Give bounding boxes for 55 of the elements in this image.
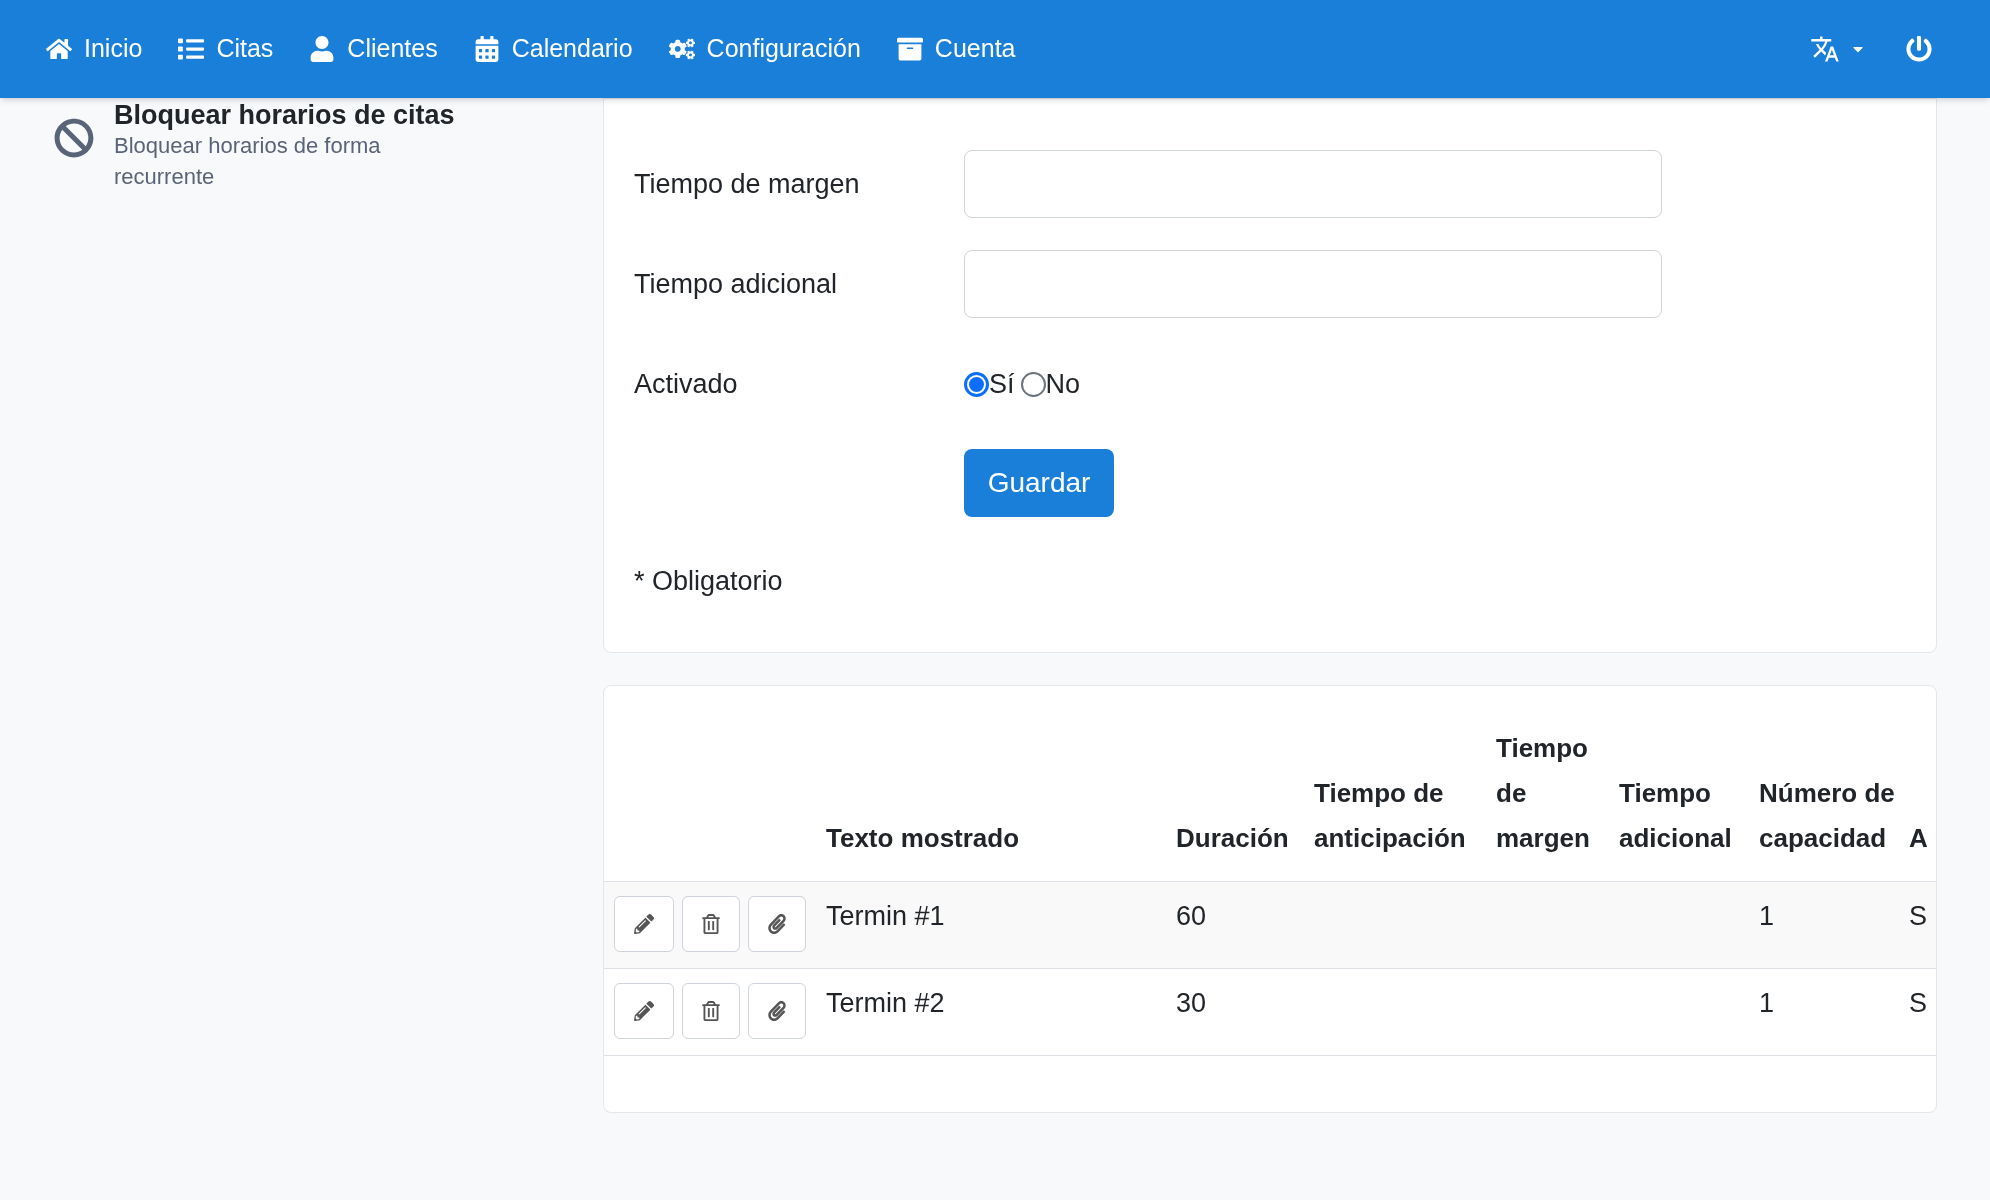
column-header: Texto mostrado xyxy=(826,821,1021,855)
column-header: Número de capacidad xyxy=(1759,776,1896,855)
nav-link[interactable]: Cuenta xyxy=(896,30,1016,68)
radio-option[interactable]: No xyxy=(1020,363,1081,405)
table-cell: S xyxy=(1909,900,1927,931)
delete-button[interactable] xyxy=(682,895,740,952)
pencil-icon xyxy=(634,1000,654,1021)
save-button[interactable]: Guardar xyxy=(964,449,1114,517)
radio-option[interactable]: Sí xyxy=(964,363,1015,405)
column-header: A xyxy=(1909,821,1929,855)
paperclip-icon xyxy=(767,1000,787,1021)
table-cell: 1 xyxy=(1759,987,1775,1018)
nav-link[interactable]: Inicio xyxy=(46,30,143,68)
sidebar-description: Bloquear horarios de forma recurrente xyxy=(114,132,382,191)
user-icon xyxy=(309,36,336,62)
field-label: Tiempo de margen xyxy=(634,167,861,201)
nav-link[interactable]: Calendario xyxy=(473,30,633,68)
table-cell: 1 xyxy=(1759,900,1775,931)
table-cell: 30 xyxy=(1176,987,1207,1018)
nav-link[interactable]: Configuración xyxy=(668,30,861,68)
radio-button[interactable] xyxy=(1020,371,1046,397)
text-input[interactable] xyxy=(964,250,1662,318)
edit-button[interactable] xyxy=(614,982,674,1039)
text-input[interactable] xyxy=(964,150,1662,218)
edit-button[interactable] xyxy=(614,895,674,952)
attach-button[interactable] xyxy=(748,982,806,1039)
trash-icon xyxy=(701,913,721,934)
column-header: Tiempo adicional xyxy=(1619,776,1733,855)
column-header: Tiempo de anticipación xyxy=(1314,776,1467,855)
paperclip-icon xyxy=(767,913,787,934)
sidebar-title[interactable]: Bloquear horarios de citas xyxy=(114,100,504,130)
archive-icon xyxy=(896,36,923,62)
field-label: Tiempo adicional xyxy=(634,267,839,301)
power-button[interactable] xyxy=(1906,36,1932,62)
blocked-icon xyxy=(54,118,94,158)
gears-icon xyxy=(668,36,695,62)
trash-icon xyxy=(701,1000,721,1021)
column-header: Tiempo de margen xyxy=(1496,731,1591,855)
required-note: * Obligatorio xyxy=(634,565,784,598)
attach-button[interactable] xyxy=(748,895,806,952)
home-icon xyxy=(46,36,72,62)
nav-link[interactable]: Citas xyxy=(178,30,274,68)
list-icon xyxy=(178,36,205,62)
table-cell: 60 xyxy=(1176,900,1207,931)
nav-link[interactable]: Clientes xyxy=(309,30,438,68)
pencil-icon xyxy=(634,913,654,934)
field-label: Activado xyxy=(634,367,739,401)
column-header: Duración xyxy=(1176,821,1290,855)
power-icon xyxy=(1906,36,1932,62)
table-cell: S xyxy=(1909,987,1927,1018)
table-cell: Termin #1 xyxy=(826,900,945,931)
calendar-icon xyxy=(473,36,500,62)
table-cell: Termin #2 xyxy=(826,987,945,1018)
radio-button[interactable] xyxy=(964,371,989,397)
delete-button[interactable] xyxy=(682,982,740,1039)
